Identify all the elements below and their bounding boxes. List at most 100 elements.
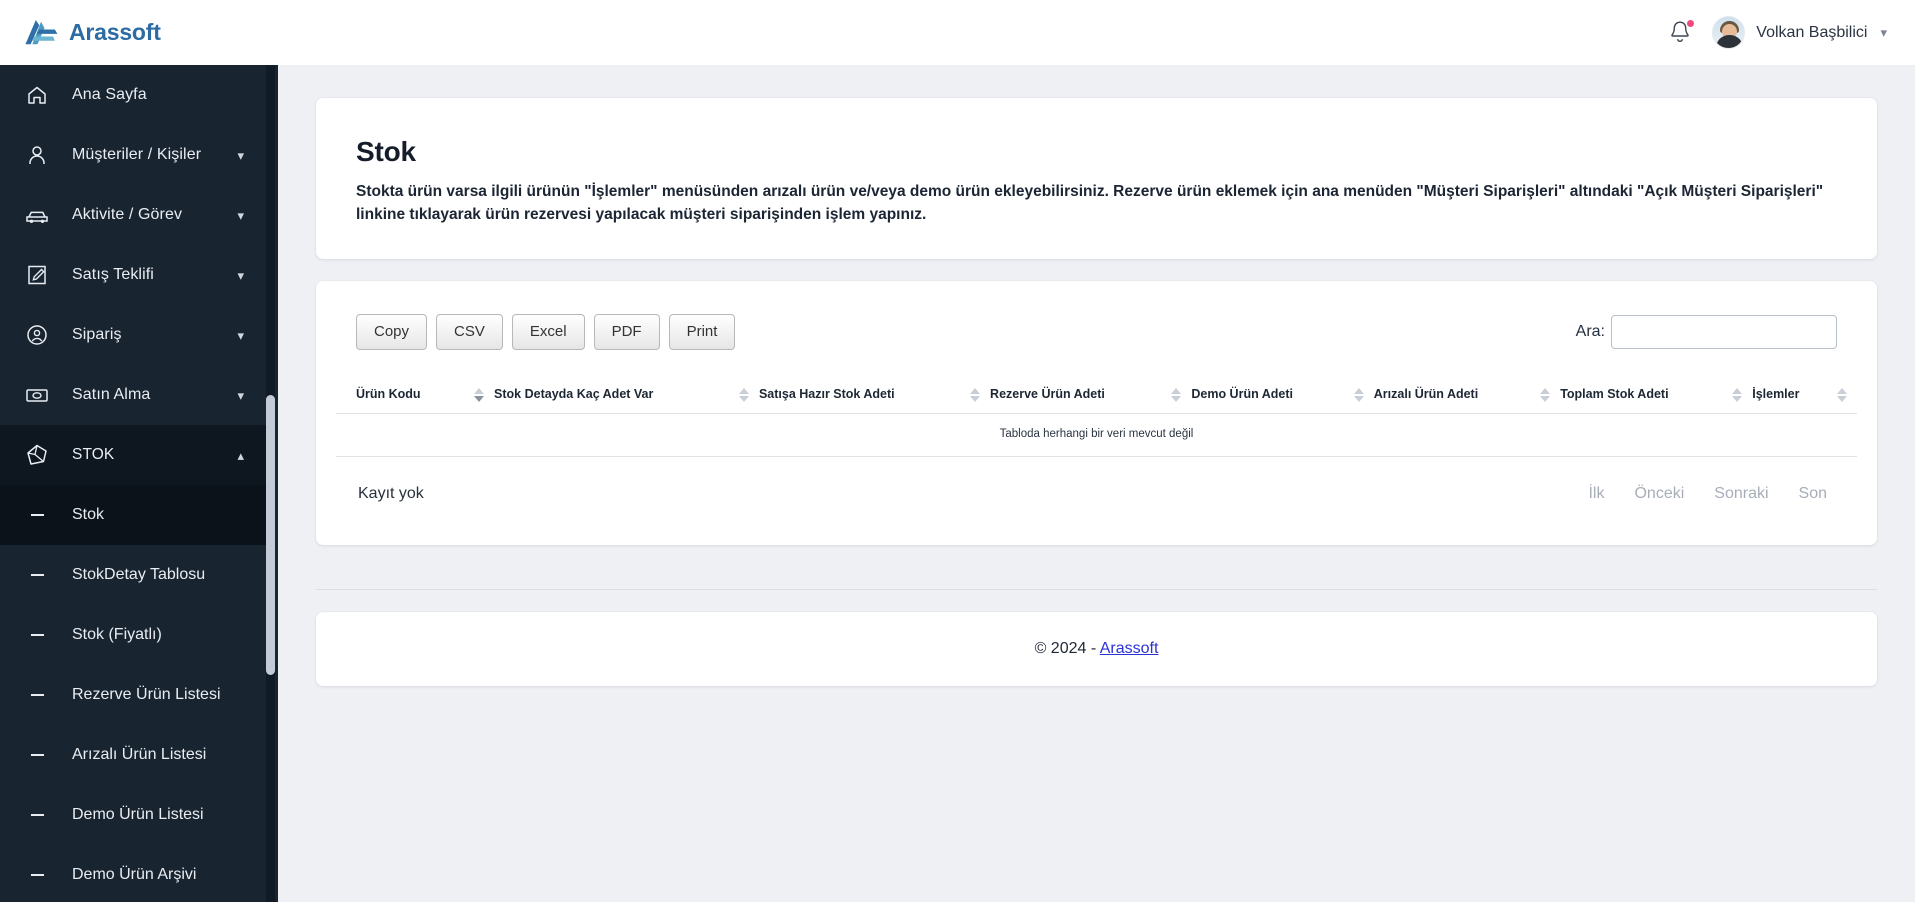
sidebar-subitem-stok[interactable]: Stok bbox=[0, 485, 266, 545]
sort-indicator-icon bbox=[970, 387, 981, 403]
sidebar-item-ana-sayfa[interactable]: Ana Sayfa bbox=[0, 65, 266, 125]
sidebar-subitem-label: Rezerve Ürün Listesi bbox=[72, 686, 221, 703]
column-header-demo-urun-adeti[interactable]: Demo Ürün Adeti bbox=[1191, 376, 1374, 414]
sidebar: Ana Sayfa Müşteriler / Kişiler ▾ Aktivit… bbox=[0, 65, 278, 902]
top-bar: Arassoft Volkan Başbilici ▾ bbox=[0, 0, 1915, 65]
column-label: Toplam Stok Adeti bbox=[1560, 386, 1669, 401]
column-label: Arızalı Ürün Adeti bbox=[1373, 386, 1479, 401]
search-input[interactable] bbox=[1611, 314, 1837, 349]
brand-logo[interactable]: Arassoft bbox=[0, 0, 278, 65]
pagination: İlk Önceki Sonraki Son bbox=[1588, 485, 1835, 503]
topbar-actions: Volkan Başbilici ▾ bbox=[1668, 16, 1915, 49]
sidebar-item-label: Ana Sayfa bbox=[72, 86, 147, 103]
money-icon bbox=[22, 380, 52, 410]
sidebar-subitem-label: Stok bbox=[72, 506, 105, 523]
export-button-group: Copy CSV Excel PDF Print bbox=[356, 313, 736, 351]
sidebar-item-label: STOK bbox=[72, 446, 115, 463]
sidebar-subitem-stokdetay-tablosu[interactable]: StokDetay Tablosu bbox=[0, 545, 266, 605]
column-header-stok-detayda-kac-adet-var[interactable]: Stok Detayda Kaç Adet Var bbox=[494, 376, 759, 414]
footer-divider bbox=[316, 588, 1877, 590]
sidebar-item-label: Aktivite / Görev bbox=[72, 206, 183, 223]
print-button[interactable]: Print bbox=[668, 313, 736, 351]
column-header-toplam-stok-adeti[interactable]: Toplam Stok Adeti bbox=[1560, 376, 1753, 414]
chevron-down-icon: ▾ bbox=[237, 387, 244, 403]
sidebar-scrollbar-thumb[interactable] bbox=[266, 395, 275, 675]
dash-icon bbox=[22, 574, 52, 576]
sidebar-item-aktivite-gorev[interactable]: Aktivite / Görev ▾ bbox=[0, 185, 266, 245]
cube-icon bbox=[22, 440, 52, 470]
sidebar-subitem-stok-fiyatli[interactable]: Stok (Fiyatlı) bbox=[0, 605, 266, 665]
pagination-first[interactable]: İlk bbox=[1588, 485, 1604, 503]
sidebar-subitem-demo-urun-listesi[interactable]: Demo Ürün Listesi bbox=[0, 785, 266, 845]
user-circle-icon bbox=[22, 320, 52, 350]
notification-badge-dot bbox=[1687, 19, 1695, 27]
notifications-button[interactable] bbox=[1668, 19, 1695, 47]
record-info: Kayıt yok bbox=[358, 484, 424, 502]
sidebar-item-musteriler-kisiler[interactable]: Müşteriler / Kişiler ▾ bbox=[0, 125, 266, 185]
column-label: Satışa Hazır Stok Adeti bbox=[758, 386, 895, 401]
column-header-urun-kodu[interactable]: Ürün Kodu bbox=[336, 376, 495, 414]
sidebar-scroll-area: Ana Sayfa Müşteriler / Kişiler ▾ Aktivit… bbox=[0, 65, 266, 902]
sidebar-subitem-label: Demo Ürün Arşivi bbox=[72, 866, 197, 883]
table-empty-row: Tabloda herhangi bir veri mevcut değil bbox=[336, 413, 1857, 457]
copy-button[interactable]: Copy bbox=[356, 313, 428, 351]
footer-card: © 2024 - Arassoft bbox=[316, 611, 1877, 686]
sidebar-item-label: Müşteriler / Kişiler bbox=[72, 146, 202, 163]
sidebar-item-satis-teklifi[interactable]: Satış Teklifi ▾ bbox=[0, 245, 266, 305]
pagination-last[interactable]: Son bbox=[1799, 485, 1827, 503]
sidebar-item-stok[interactable]: STOK ▴ bbox=[0, 425, 266, 485]
dash-icon bbox=[22, 514, 52, 516]
pagination-previous[interactable]: Önceki bbox=[1634, 485, 1684, 503]
sidebar-subitem-label: StokDetay Tablosu bbox=[72, 566, 206, 583]
brand-name: Arassoft bbox=[69, 19, 161, 45]
column-header-islemler[interactable]: İşlemler bbox=[1752, 376, 1857, 414]
sidebar-subitem-arizali-urun-listesi[interactable]: Arızalı Ürün Listesi bbox=[0, 725, 266, 785]
sort-indicator-icon bbox=[1837, 387, 1847, 403]
sidebar-subitem-label: Stok (Fiyatlı) bbox=[72, 626, 162, 643]
dash-icon bbox=[22, 694, 52, 696]
pdf-button[interactable]: PDF bbox=[593, 313, 660, 351]
column-header-rezerve-urun-adeti[interactable]: Rezerve Ürün Adeti bbox=[990, 376, 1192, 414]
search-area: Ara: bbox=[1575, 314, 1837, 349]
sidebar-item-satin-alma[interactable]: Satın Alma ▾ bbox=[0, 365, 266, 425]
chevron-down-icon: ▾ bbox=[237, 207, 244, 223]
footer-brand-link[interactable]: Arassoft bbox=[1100, 640, 1159, 657]
user-icon bbox=[22, 140, 52, 170]
column-header-arizali-urun-adeti[interactable]: Arızalı Ürün Adeti bbox=[1373, 376, 1561, 414]
dash-icon bbox=[22, 814, 52, 816]
table-empty-message: Tabloda herhangi bir veri mevcut değil bbox=[336, 413, 1857, 457]
page-title: Stok bbox=[356, 136, 416, 167]
column-label: Ürün Kodu bbox=[356, 386, 421, 401]
search-label: Ara: bbox=[1575, 322, 1605, 340]
dash-icon bbox=[22, 634, 52, 636]
chevron-down-icon: ▾ bbox=[237, 267, 244, 283]
table-body: Tabloda herhangi bir veri mevcut değil bbox=[336, 413, 1857, 457]
column-label: Demo Ürün Adeti bbox=[1191, 386, 1293, 401]
sidebar-subitem-demo-urun-arsivi[interactable]: Demo Ürün Arşivi bbox=[0, 845, 266, 902]
column-label: İşlemler bbox=[1752, 386, 1800, 401]
table-header-row: Ürün Kodu Stok Detayda Kaç Adet Var Satı… bbox=[336, 376, 1857, 414]
table-toolbar: Copy CSV Excel PDF Print Ara: bbox=[336, 307, 1857, 357]
sidebar-item-label: Sipariş bbox=[72, 326, 122, 343]
chevron-down-icon: ▾ bbox=[237, 147, 244, 163]
home-icon bbox=[22, 80, 52, 110]
sort-indicator-icon bbox=[1540, 387, 1551, 403]
sidebar-subitem-rezerve-urun-listesi[interactable]: Rezerve Ürün Listesi bbox=[0, 665, 266, 725]
column-label: Stok Detayda Kaç Adet Var bbox=[494, 386, 654, 401]
page-description: Stokta ürün varsa ilgili ürünün "İşlemle… bbox=[356, 183, 1824, 223]
csv-button[interactable]: CSV bbox=[436, 313, 503, 351]
excel-button[interactable]: Excel bbox=[511, 313, 585, 351]
user-menu[interactable]: Volkan Başbilici ▾ bbox=[1712, 16, 1887, 49]
edit-doc-icon bbox=[22, 260, 52, 290]
chevron-up-icon: ▴ bbox=[237, 447, 244, 463]
stock-table-card: Copy CSV Excel PDF Print Ara: Ürün Kodu bbox=[316, 280, 1877, 545]
dash-icon bbox=[22, 754, 52, 756]
sidebar-item-siparis[interactable]: Sipariş ▾ bbox=[0, 305, 266, 365]
column-header-satisa-hazir-stok-adeti[interactable]: Satışa Hazır Stok Adeti bbox=[758, 376, 991, 414]
table-footer: Kayıt yok İlk Önceki Sonraki Son bbox=[336, 457, 1857, 509]
chevron-down-icon: ▾ bbox=[1880, 25, 1887, 40]
pagination-next[interactable]: Sonraki bbox=[1714, 485, 1768, 503]
car-icon bbox=[22, 200, 52, 230]
arassoft-logo-icon bbox=[25, 19, 58, 44]
sort-indicator-icon bbox=[1171, 387, 1182, 403]
